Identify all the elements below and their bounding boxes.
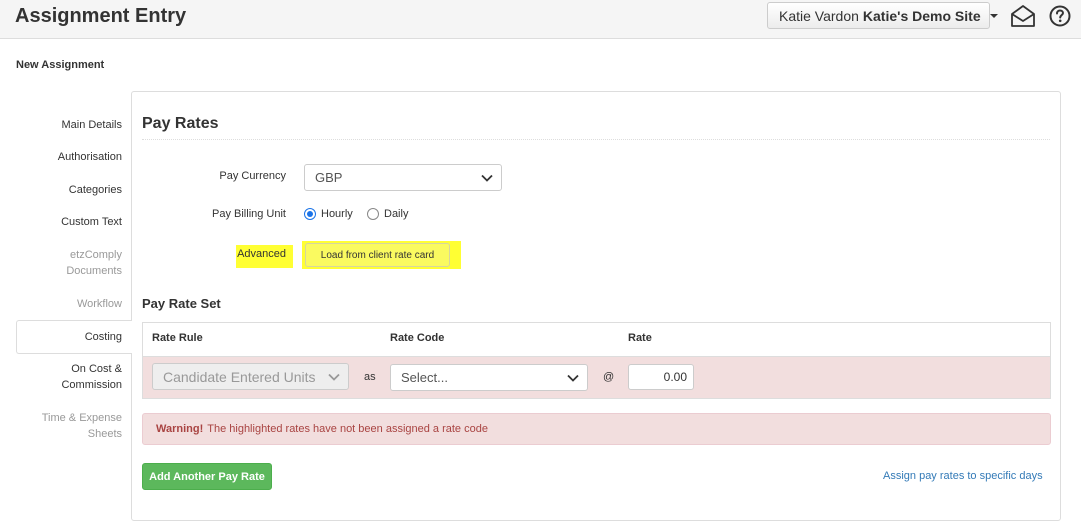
- load-client-rate-card-button[interactable]: Load from client rate card: [305, 243, 450, 267]
- column-header-rate-code: Rate Code: [390, 332, 445, 344]
- assign-pay-rates-link[interactable]: Assign pay rates to specific days: [883, 470, 1043, 482]
- rate-input[interactable]: 0.00: [628, 364, 694, 390]
- sidebar-item-label: On Cost &: [71, 363, 122, 375]
- rate-code-value: Select...: [401, 370, 448, 385]
- top-bar: Assignment Entry Katie Vardon Katie's De…: [0, 0, 1081, 39]
- rate-rule-select: Candidate Entered Units: [152, 363, 349, 390]
- chevron-down-icon: [481, 174, 493, 182]
- caret-down-icon: [989, 13, 998, 18]
- site-name: Katie's Demo Site: [862, 7, 981, 24]
- sidebar-item-label: Categories: [68, 184, 122, 196]
- costing-panel: [131, 91, 1061, 521]
- pay-billing-unit-label: Pay Billing Unit: [212, 208, 286, 220]
- add-another-pay-rate-button[interactable]: Add Another Pay Rate: [142, 463, 272, 490]
- page-subtitle: New Assignment: [16, 59, 105, 71]
- sidebar-item-etzcomply-documents: etzComply Documents: [16, 247, 132, 279]
- chevron-down-icon: [328, 373, 340, 381]
- sidebar-item-time-expense-sheets: Time & Expense Sheets: [16, 410, 132, 442]
- sidebar-item-custom-text[interactable]: Custom Text: [16, 214, 132, 230]
- rate-code-select[interactable]: Select...: [390, 364, 588, 391]
- pay-currency-select[interactable]: GBP: [304, 164, 502, 191]
- warning-alert: Warning! The highlighted rates have not …: [142, 413, 1051, 445]
- radio-daily-label: Daily: [384, 208, 409, 220]
- sidebar-item-label: etzComply: [70, 249, 122, 261]
- sidebar-item-label: Main Details: [61, 119, 122, 131]
- sidebar-item-costing[interactable]: Costing: [16, 320, 132, 354]
- column-header-rate: Rate: [628, 332, 652, 344]
- billing-option-daily[interactable]: Daily: [367, 208, 408, 220]
- sidebar-item-label: Custom Text: [61, 216, 122, 228]
- radio-hourly[interactable]: [304, 208, 316, 220]
- sidebar-item-label: Documents: [66, 265, 122, 277]
- pay-currency-label: Pay Currency: [219, 170, 286, 182]
- rate-rule-value: Candidate Entered Units: [163, 368, 316, 385]
- radio-daily[interactable]: [367, 208, 379, 220]
- pay-currency-value: GBP: [315, 170, 343, 185]
- section-title-pay-rates: Pay Rates: [142, 115, 219, 132]
- page-title: Assignment Entry: [15, 5, 187, 27]
- sidebar-item-label: Workflow: [76, 298, 122, 310]
- as-text: as: [364, 371, 376, 383]
- sidebar-item-categories[interactable]: Categories: [16, 182, 132, 198]
- sidebar-item-label: Authorisation: [57, 151, 122, 163]
- chevron-down-icon: [567, 374, 579, 382]
- column-header-rate-rule: Rate Rule: [152, 332, 203, 344]
- sidebar-item-label: Costing: [84, 331, 122, 343]
- user-name: Katie Vardon: [779, 7, 859, 24]
- question-circle-icon[interactable]: [1049, 5, 1071, 27]
- sidebar-item-workflow: Workflow: [16, 296, 132, 312]
- warning-strong: Warning!: [156, 423, 204, 435]
- sidebar-item-authorisation[interactable]: Authorisation: [16, 149, 132, 165]
- advanced-label: Advanced: [237, 248, 286, 260]
- envelope-open-icon[interactable]: [1010, 4, 1036, 28]
- sidebar-item-label: Sheets: [87, 428, 122, 440]
- billing-option-hourly[interactable]: Hourly: [304, 208, 353, 220]
- sidebar-item-label: Commission: [61, 379, 122, 391]
- sidebar-item-label: Time & Expense: [41, 412, 122, 424]
- sidebar-item-main-details[interactable]: Main Details: [16, 117, 132, 133]
- divider: [142, 139, 1050, 140]
- site-switcher-dropdown[interactable]: Katie Vardon Katie's Demo Site: [767, 2, 998, 29]
- radio-hourly-label: Hourly: [321, 208, 353, 220]
- section-title-pay-rate-set: Pay Rate Set: [142, 296, 221, 311]
- sidebar-item-on-cost-commission[interactable]: On Cost & Commission: [16, 361, 132, 393]
- warning-text: The highlighted rates have not been assi…: [207, 423, 488, 435]
- at-symbol: @: [603, 371, 615, 383]
